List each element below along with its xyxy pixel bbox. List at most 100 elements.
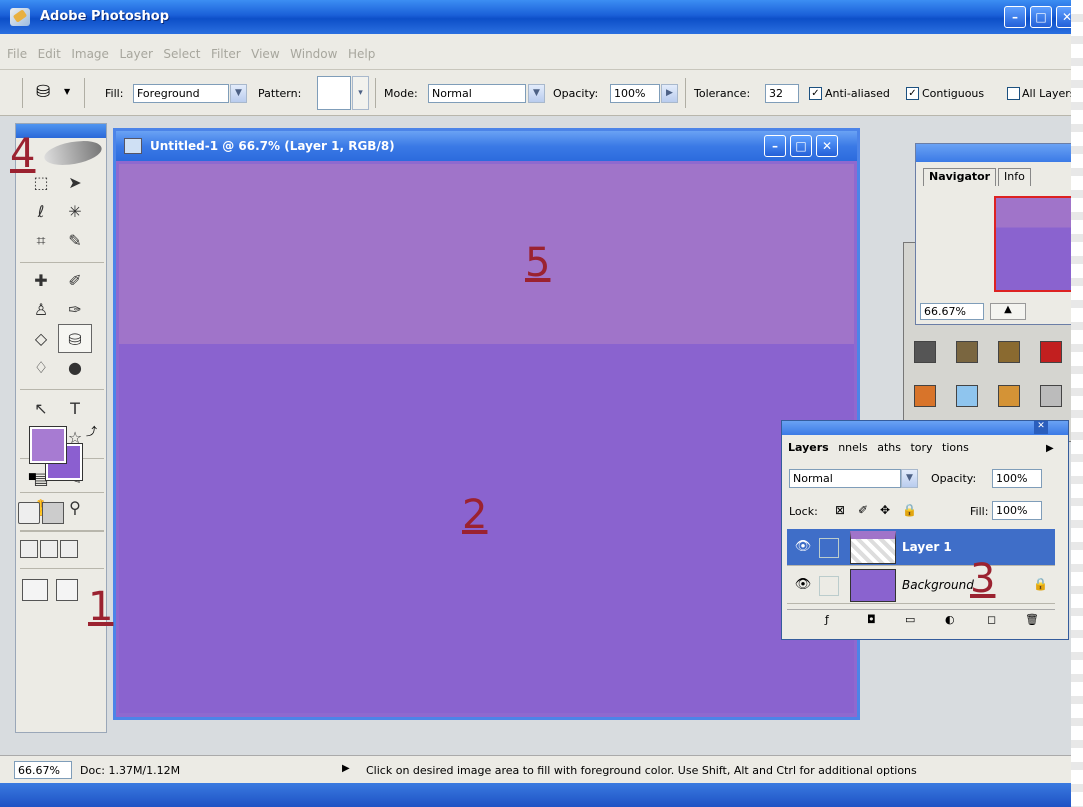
type-tool-icon[interactable]: T	[58, 394, 92, 423]
tab-navigator[interactable]: Navigator	[923, 168, 997, 186]
full-screen-menu-mode-icon[interactable]	[40, 540, 58, 558]
visibility-eye-icon[interactable]: 👁	[791, 539, 815, 556]
zoom-out-icon[interactable]: ▲	[990, 303, 1026, 320]
swap-colors-icon[interactable]: ⤴	[86, 423, 97, 439]
tab-layers[interactable]: Layers	[788, 441, 829, 454]
menu-layer[interactable]: Layer	[119, 47, 152, 61]
jump-to-imageready-icon[interactable]	[22, 579, 48, 601]
fill-select[interactable]: Foreground	[133, 84, 229, 103]
blend-mode-select[interactable]: Normal	[789, 469, 901, 488]
checkbox-icon[interactable]	[56, 579, 78, 601]
close-icon[interactable]: ✕	[1034, 421, 1048, 434]
crop-tool-icon[interactable]: ⌗	[24, 226, 58, 255]
minimize-button[interactable]: –	[1004, 6, 1026, 28]
menu-select[interactable]: Select	[163, 47, 200, 61]
full-screen-mode-icon[interactable]	[60, 540, 78, 558]
link-icon[interactable]	[819, 576, 839, 596]
layers-opacity-input[interactable]: 100%	[992, 469, 1042, 488]
new-layer-icon[interactable]: ◻	[987, 613, 996, 626]
visibility-eye-icon[interactable]: 👁	[791, 577, 815, 594]
lock-transparent-icon[interactable]: ⊠	[835, 503, 845, 517]
chevron-down-icon[interactable]: ▾	[352, 76, 369, 110]
adjustment-layer-icon[interactable]: ◐	[945, 613, 955, 626]
layers-fill-input[interactable]: 100%	[992, 501, 1042, 520]
menu-edit[interactable]: Edit	[38, 47, 61, 61]
document-title-bar[interactable]: Untitled-1 @ 66.7% (Layer 1, RGB/8) – □ …	[116, 131, 857, 161]
tab-history[interactable]: tory	[910, 441, 932, 454]
lock-position-icon[interactable]: ✥	[880, 503, 890, 517]
layers-header[interactable]	[782, 421, 1068, 435]
layer-name[interactable]: Background	[902, 578, 974, 592]
style-swatch[interactable]	[998, 341, 1020, 363]
contiguous-checkbox[interactable]: ✓	[906, 87, 919, 100]
lock-all-icon[interactable]: 🔒	[902, 503, 917, 517]
opacity-input[interactable]: 100%	[610, 84, 660, 103]
navigator-preview[interactable]	[994, 196, 1083, 292]
standard-mode-icon[interactable]	[18, 502, 40, 524]
menu-image[interactable]: Image	[71, 47, 109, 61]
layer-name[interactable]: Layer 1	[902, 540, 952, 554]
mode-select[interactable]: Normal	[428, 84, 526, 103]
opacity-slider-arrow-icon[interactable]: ▶	[661, 84, 678, 103]
anti-aliased-checkbox[interactable]: ✓	[809, 87, 822, 100]
lasso-tool-icon[interactable]: ℓ	[24, 197, 58, 226]
navigator-header[interactable]	[916, 144, 1082, 162]
lock-image-icon[interactable]: ✐	[858, 503, 868, 517]
style-swatch[interactable]	[956, 341, 978, 363]
clone-stamp-tool-icon[interactable]: ♙	[24, 295, 58, 324]
tab-info[interactable]: Info	[998, 168, 1031, 186]
menu-window[interactable]: Window	[290, 47, 337, 61]
all-layers-checkbox[interactable]	[1007, 87, 1020, 100]
magic-wand-tool-icon[interactable]: ✳	[58, 197, 92, 226]
pattern-swatch[interactable]	[317, 76, 351, 110]
paint-bucket-icon[interactable]: ⛁	[36, 82, 50, 102]
style-swatch[interactable]	[1040, 341, 1062, 363]
style-swatch[interactable]	[998, 385, 1020, 407]
chevron-down-icon[interactable]: ▼	[230, 84, 247, 103]
healing-brush-tool-icon[interactable]: ✚	[24, 266, 58, 295]
default-colors-icon[interactable]: ■	[28, 472, 37, 482]
tool-preset-dropdown-icon[interactable]: ▼	[64, 87, 70, 96]
dodge-tool-icon[interactable]: ●	[58, 353, 92, 382]
maximize-button[interactable]: □	[1030, 6, 1052, 28]
add-mask-icon[interactable]: ◘	[867, 613, 876, 626]
layer-row[interactable]: 👁 Layer 1	[787, 529, 1055, 566]
style-swatch[interactable]	[956, 385, 978, 407]
tab-channels[interactable]: nnels	[838, 441, 868, 454]
menu-view[interactable]: View	[251, 47, 279, 61]
style-swatch[interactable]	[1040, 385, 1062, 407]
document-minimize-button[interactable]: –	[764, 135, 786, 157]
paint-bucket-tool-icon[interactable]: ⛁	[58, 324, 92, 353]
status-arrow-icon[interactable]: ▶	[342, 763, 350, 774]
foreground-color-swatch[interactable]	[29, 426, 67, 464]
layer-row[interactable]: 👁 Background 🔒	[787, 567, 1055, 604]
eraser-tool-icon[interactable]: ◇	[24, 324, 58, 353]
layer-style-icon[interactable]: ƒ	[825, 613, 829, 626]
document-maximize-button[interactable]: □	[790, 135, 812, 157]
new-group-icon[interactable]: ▭	[905, 613, 915, 626]
tolerance-input[interactable]: 32	[765, 84, 799, 103]
chevron-down-icon[interactable]: ▼	[901, 469, 918, 488]
document-close-button[interactable]: ✕	[816, 135, 838, 157]
slice-tool-icon[interactable]: ✎	[58, 226, 92, 255]
blur-tool-icon[interactable]: ♢	[24, 353, 58, 382]
brush-tool-icon[interactable]: ✐	[58, 266, 92, 295]
menu-help[interactable]: Help	[348, 47, 375, 61]
chevron-down-icon[interactable]: ▼	[528, 84, 545, 103]
standard-screen-mode-icon[interactable]	[20, 540, 38, 558]
move-tool-icon[interactable]: ➤	[58, 168, 92, 197]
canvas-top-region[interactable]	[119, 164, 854, 344]
history-brush-tool-icon[interactable]: ✑	[58, 295, 92, 324]
menu-file[interactable]: File	[7, 47, 27, 61]
path-selection-tool-icon[interactable]: ↖	[24, 394, 58, 423]
status-zoom-input[interactable]: 66.67%	[14, 761, 72, 779]
brush-link-icon[interactable]	[819, 538, 839, 558]
quick-mask-mode-icon[interactable]	[42, 502, 64, 524]
trash-icon[interactable]: 🗑	[1025, 613, 1039, 626]
tab-paths[interactable]: aths	[877, 441, 901, 454]
style-swatch[interactable]	[914, 341, 936, 363]
palette-menu-icon[interactable]: ▶	[1046, 443, 1054, 454]
menu-filter[interactable]: Filter	[211, 47, 241, 61]
style-swatch[interactable]	[914, 385, 936, 407]
feather-logo-icon[interactable]	[42, 137, 104, 169]
